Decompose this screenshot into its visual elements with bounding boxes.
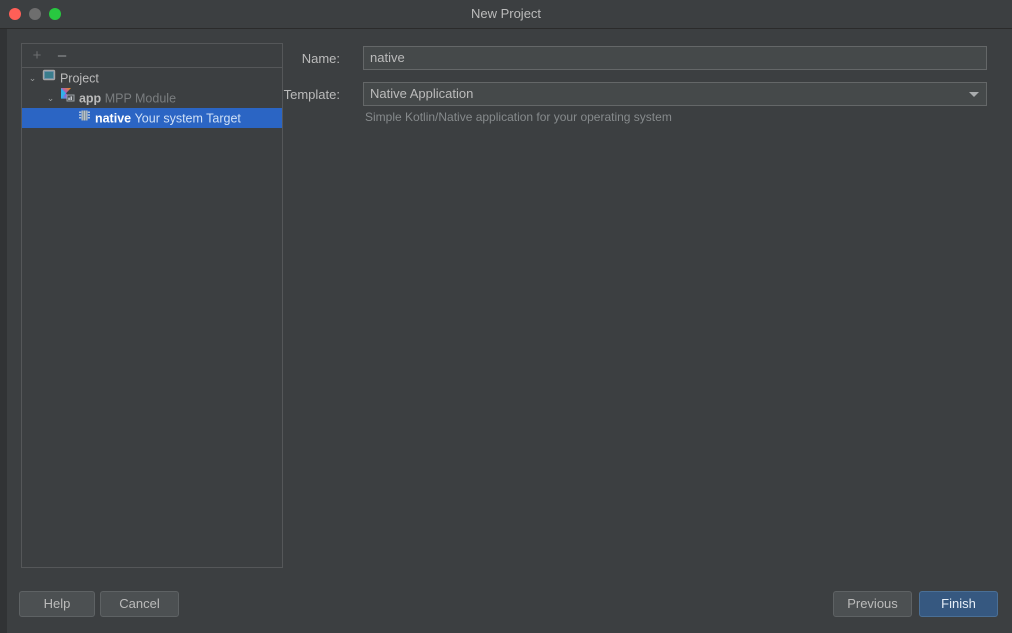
new-project-dialog: New Project + – ⌄ Project ⌄ app MPP Modu… [0, 0, 1012, 633]
finish-button[interactable]: Finish [919, 591, 998, 617]
native-target-icon [78, 108, 91, 128]
chevron-down-icon[interactable]: ⌄ [44, 88, 57, 108]
template-field-label: Template: [283, 87, 340, 102]
project-structure-panel: + – ⌄ Project ⌄ app MPP Module native Yo… [21, 43, 283, 568]
tree-row-label: app [78, 91, 102, 106]
template-selected-value: Native Application [370, 86, 474, 101]
tree-row-label: native [94, 111, 132, 126]
tree-row-secondary-label: Your system Target [134, 111, 241, 126]
dialog-title: New Project [470, 6, 542, 21]
chevron-down-icon[interactable]: ⌄ [26, 68, 39, 88]
tree-row-secondary-label: MPP Module [104, 91, 177, 106]
remove-module-button[interactable]: – [50, 44, 74, 67]
project-tree[interactable]: ⌄ Project ⌄ app MPP Module native Your s… [22, 68, 282, 567]
previous-button[interactable]: Previous [833, 591, 912, 617]
name-field-label: Name: [301, 51, 340, 66]
cancel-button[interactable]: Cancel [100, 591, 179, 617]
tree-row[interactable]: native Your system Target [22, 108, 282, 128]
kotlin-mpp-module-icon [60, 87, 75, 108]
chevron-down-icon[interactable] [969, 92, 979, 97]
name-input[interactable]: native [363, 46, 987, 70]
tree-row[interactable]: ⌄ Project [22, 68, 282, 88]
template-description: Simple Kotlin/Native application for you… [365, 110, 672, 124]
title-bar: New Project [0, 0, 1012, 29]
window-left-gutter [0, 29, 7, 633]
add-module-button[interactable]: + [25, 44, 49, 67]
tree-row-label: Project [59, 71, 99, 86]
template-select[interactable]: Native Application [363, 82, 987, 106]
project-module-icon [42, 68, 56, 88]
help-button[interactable]: Help [19, 591, 95, 617]
